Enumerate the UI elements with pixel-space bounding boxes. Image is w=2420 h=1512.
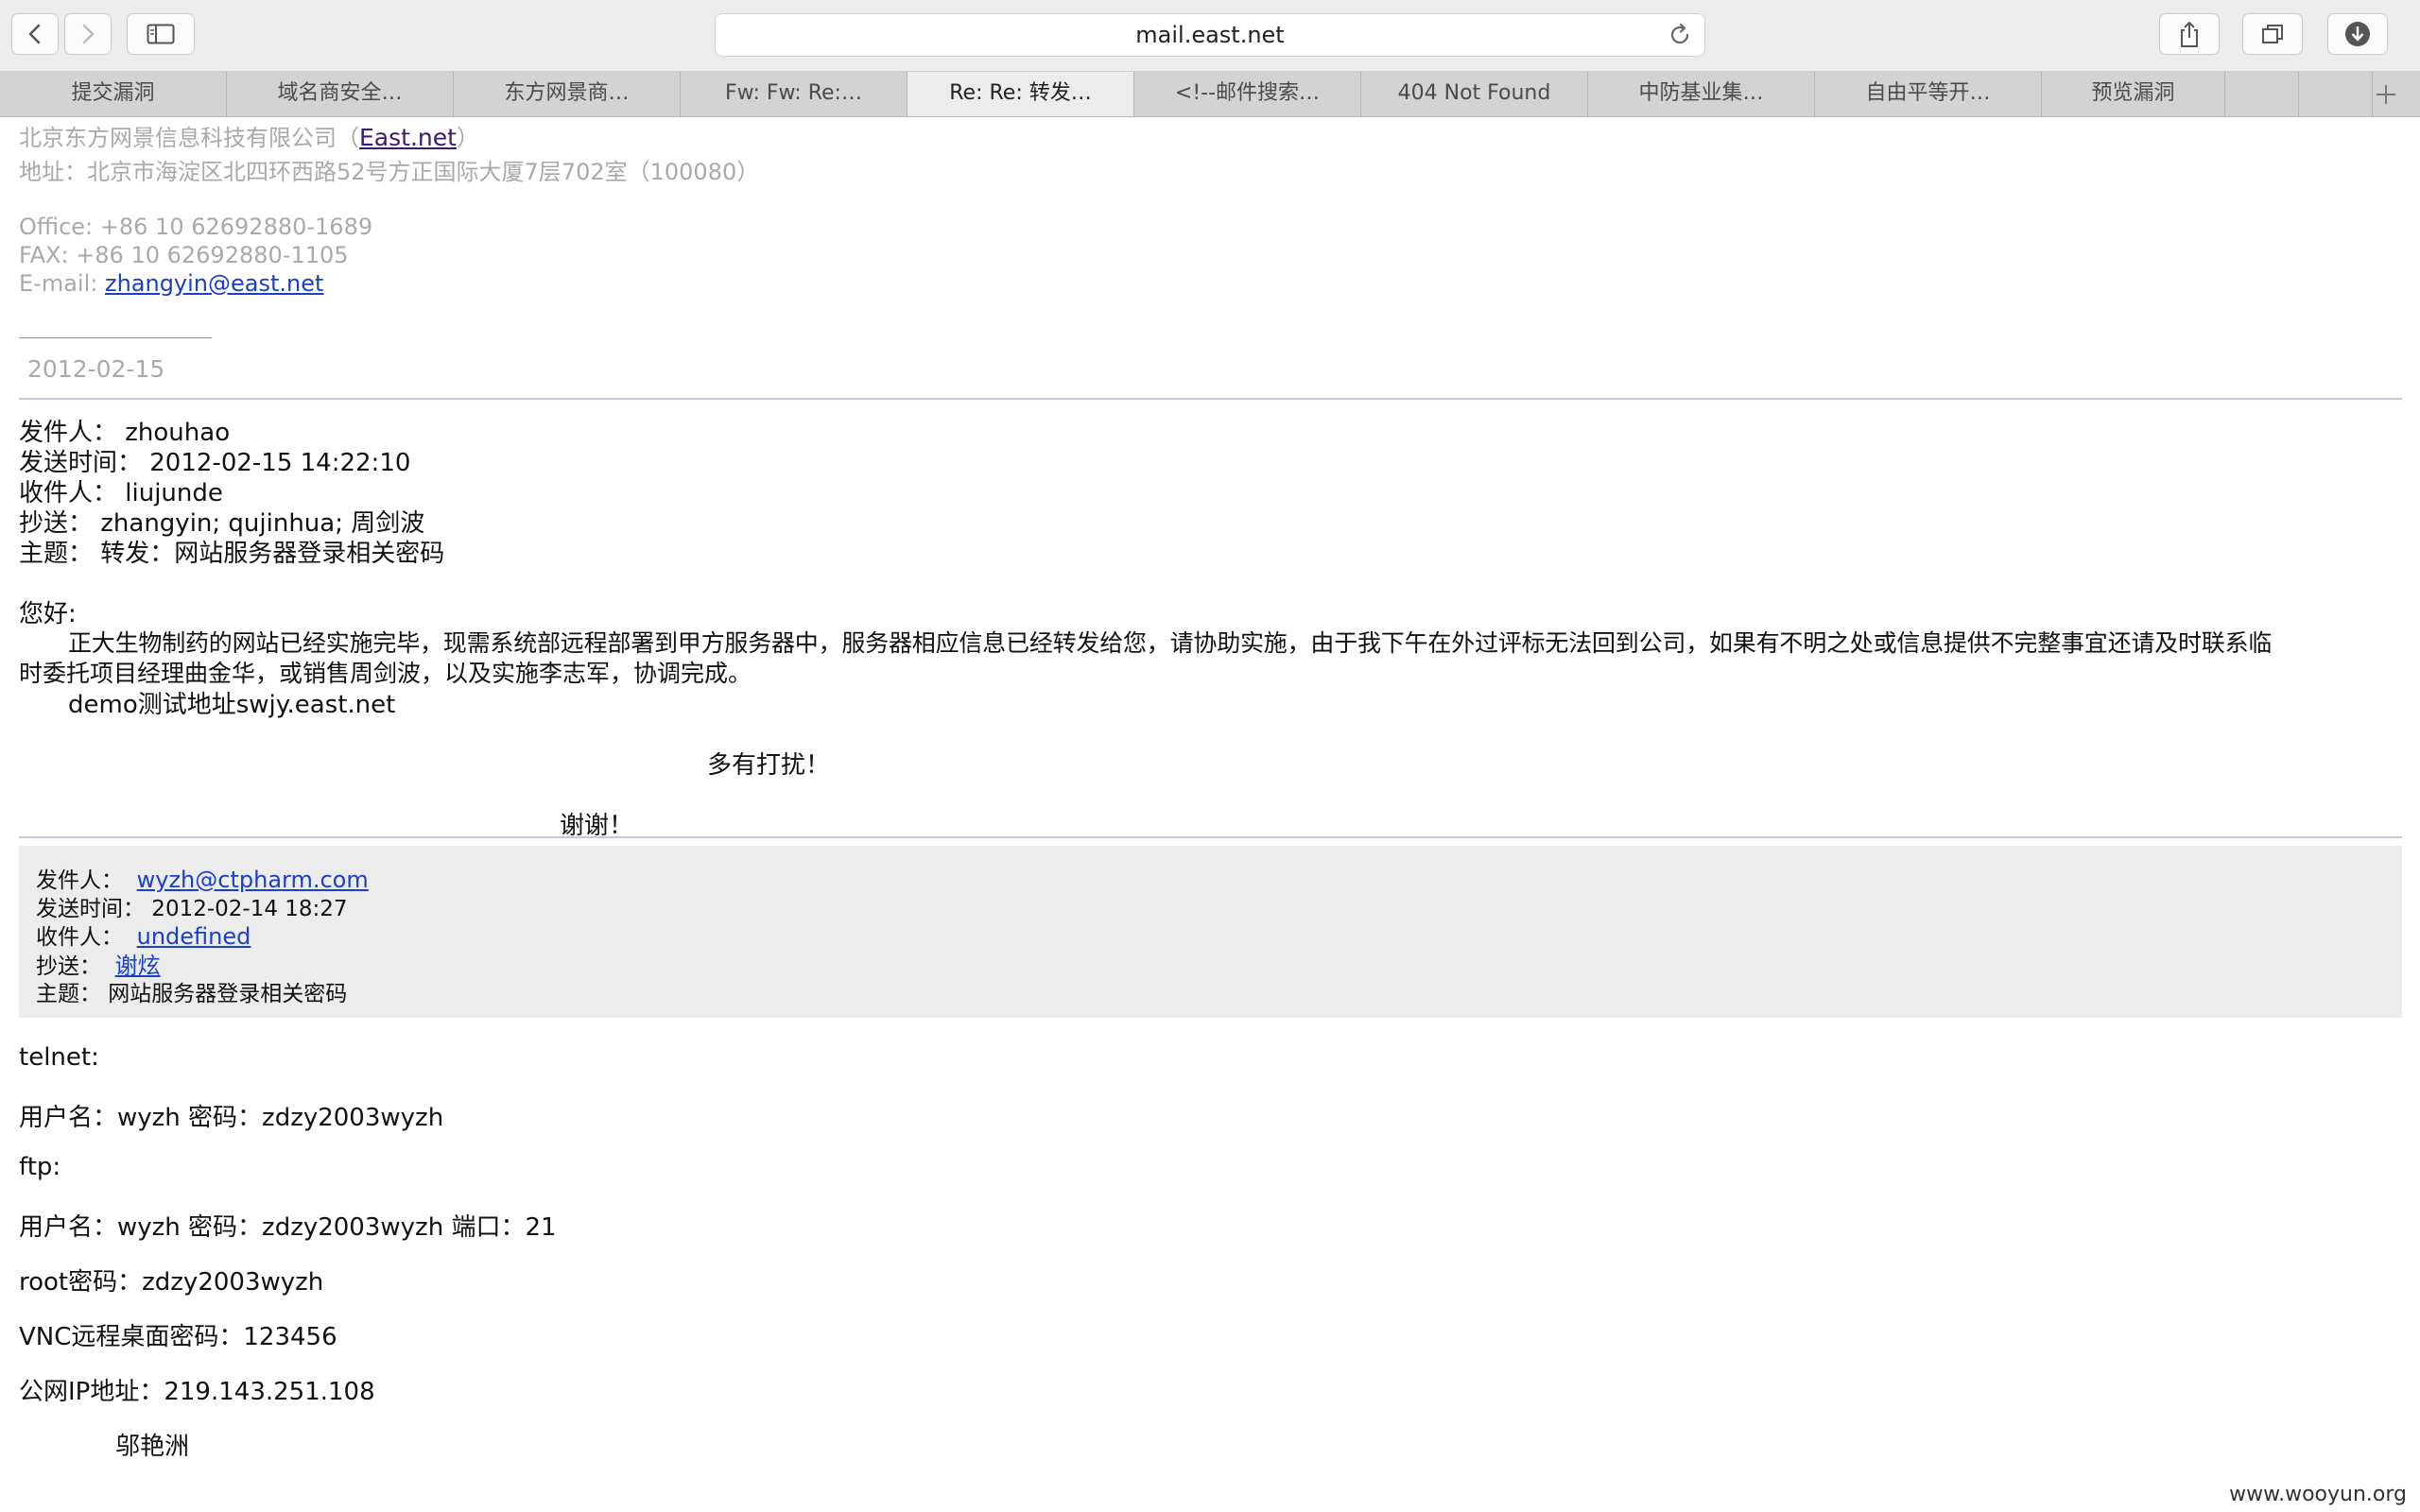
body-paragraph-line1: 正大生物制药的网站已经实施完毕，现需系统部远程部署到甲方服务器中，服务器相应信息…: [68, 629, 2273, 657]
quoted-from-link[interactable]: wyzh@ctpharm.com: [137, 867, 369, 893]
ftp-heading: ftp:: [19, 1153, 61, 1181]
signature-fax: FAX: +86 10 62692880-1105: [19, 242, 349, 268]
quoted-from: 发件人： wyzh@ctpharm.com: [36, 862, 369, 894]
quoted-header-box: 发件人： wyzh@ctpharm.com 发送时间： 2012-02-14 1…: [19, 846, 2402, 1018]
tab-bar: 提交漏洞 域名商安全… 东方网景商… Fw: Fw: Re:… Re: Re: …: [0, 72, 2420, 117]
tab[interactable]: Fw: Fw: Re:…: [681, 72, 908, 116]
watermark: www.wooyun.org: [2229, 1483, 2407, 1506]
sidebar-button[interactable]: [127, 13, 195, 55]
browser-toolbar: mail.east.net: [0, 0, 2420, 72]
tabs-overview-button[interactable]: [2242, 13, 2303, 55]
share-icon: [2181, 22, 2198, 47]
signature-address: 地址：北京市海淀区北四环西路52号方正国际大厦7层702室（100080）: [19, 159, 760, 185]
reload-icon[interactable]: [1667, 22, 1693, 48]
tab-overflow[interactable]: [2225, 72, 2299, 116]
tab[interactable]: 预览漏洞: [2042, 72, 2225, 116]
signature-company: 北京东方网景信息科技有限公司（East.net）: [19, 119, 479, 152]
signer-name: 邬艳洲: [115, 1433, 190, 1461]
demo-address: demo测试地址swjy.east.net: [68, 691, 396, 719]
tab[interactable]: <!--邮件搜索…: [1134, 72, 1361, 116]
new-tab-icon[interactable]: [2373, 81, 2399, 108]
quoted-sent: 发送时间： 2012-02-14 18:27: [36, 897, 348, 921]
share-button[interactable]: [2159, 13, 2220, 55]
vnc-password: VNC远程桌面密码：123456: [19, 1323, 337, 1351]
section-divider: [19, 398, 2402, 400]
back-button[interactable]: [11, 13, 59, 55]
tab[interactable]: 自由平等开…: [1815, 72, 2042, 116]
signature-date: 2012-02-15: [27, 355, 165, 383]
company-close: ）: [456, 125, 479, 151]
ftp-credentials: 用户名：wyzh 密码：zdzy2003wyzh 端口：21: [19, 1213, 557, 1242]
tab[interactable]: 东方网景商…: [454, 72, 681, 116]
root-password: root密码：zdzy2003wyzh: [19, 1268, 324, 1297]
email-link[interactable]: zhangyin@east.net: [105, 270, 323, 297]
telnet-credentials: 用户名：wyzh 密码：zdzy2003wyzh: [19, 1104, 444, 1132]
signature-divider: [19, 337, 212, 338]
email-label: E-mail:: [19, 270, 105, 297]
forward-button[interactable]: [64, 13, 112, 55]
quoted-subject: 主题： 网站服务器登录相关密码: [36, 982, 348, 1006]
signature-email: E-mail: zhangyin@east.net: [19, 270, 323, 297]
telnet-heading: telnet:: [19, 1043, 99, 1072]
chevron-left-icon: [28, 24, 41, 44]
quoted-to: 收件人： undefined: [36, 919, 251, 951]
body-paragraph-line2: 时委托项目经理曲金华，或销售周剑波，以及实施李志军，协调完成。: [19, 660, 752, 687]
url-text: mail.east.net: [1135, 22, 1285, 48]
address-bar[interactable]: mail.east.net: [715, 13, 1705, 57]
signature-office: Office: +86 10 62692880-1689: [19, 214, 373, 240]
public-ip: 公网IP地址：219.143.251.108: [19, 1378, 375, 1406]
tabs-icon: [2262, 25, 2283, 43]
tab-active[interactable]: Re: Re: 转发…: [908, 72, 1134, 116]
tab[interactable]: 404 Not Found: [1361, 72, 1588, 116]
thanks-line-1: 多有打扰！: [707, 751, 831, 780]
company-name: 北京东方网景信息科技有限公司（: [19, 125, 359, 151]
tab[interactable]: 中防基业集…: [1588, 72, 1815, 116]
quote-divider: [19, 836, 2402, 838]
tab[interactable]: 域名商安全…: [227, 72, 454, 116]
download-icon: [2345, 22, 2370, 46]
tab[interactable]: 提交漏洞: [0, 72, 227, 116]
company-link[interactable]: East.net: [359, 124, 457, 151]
quoted-to-link[interactable]: undefined: [137, 923, 251, 950]
forward-subject: 主题： 转发：网站服务器登录相关密码: [19, 540, 445, 568]
tab-overflow[interactable]: [2299, 72, 2373, 116]
sidebar-icon: [147, 24, 175, 44]
downloads-button[interactable]: [2327, 13, 2388, 55]
email-content: 北京东方网景信息科技有限公司（East.net） 地址：北京市海淀区北四环西路5…: [0, 117, 2420, 1512]
chevron-right-icon: [82, 24, 95, 44]
